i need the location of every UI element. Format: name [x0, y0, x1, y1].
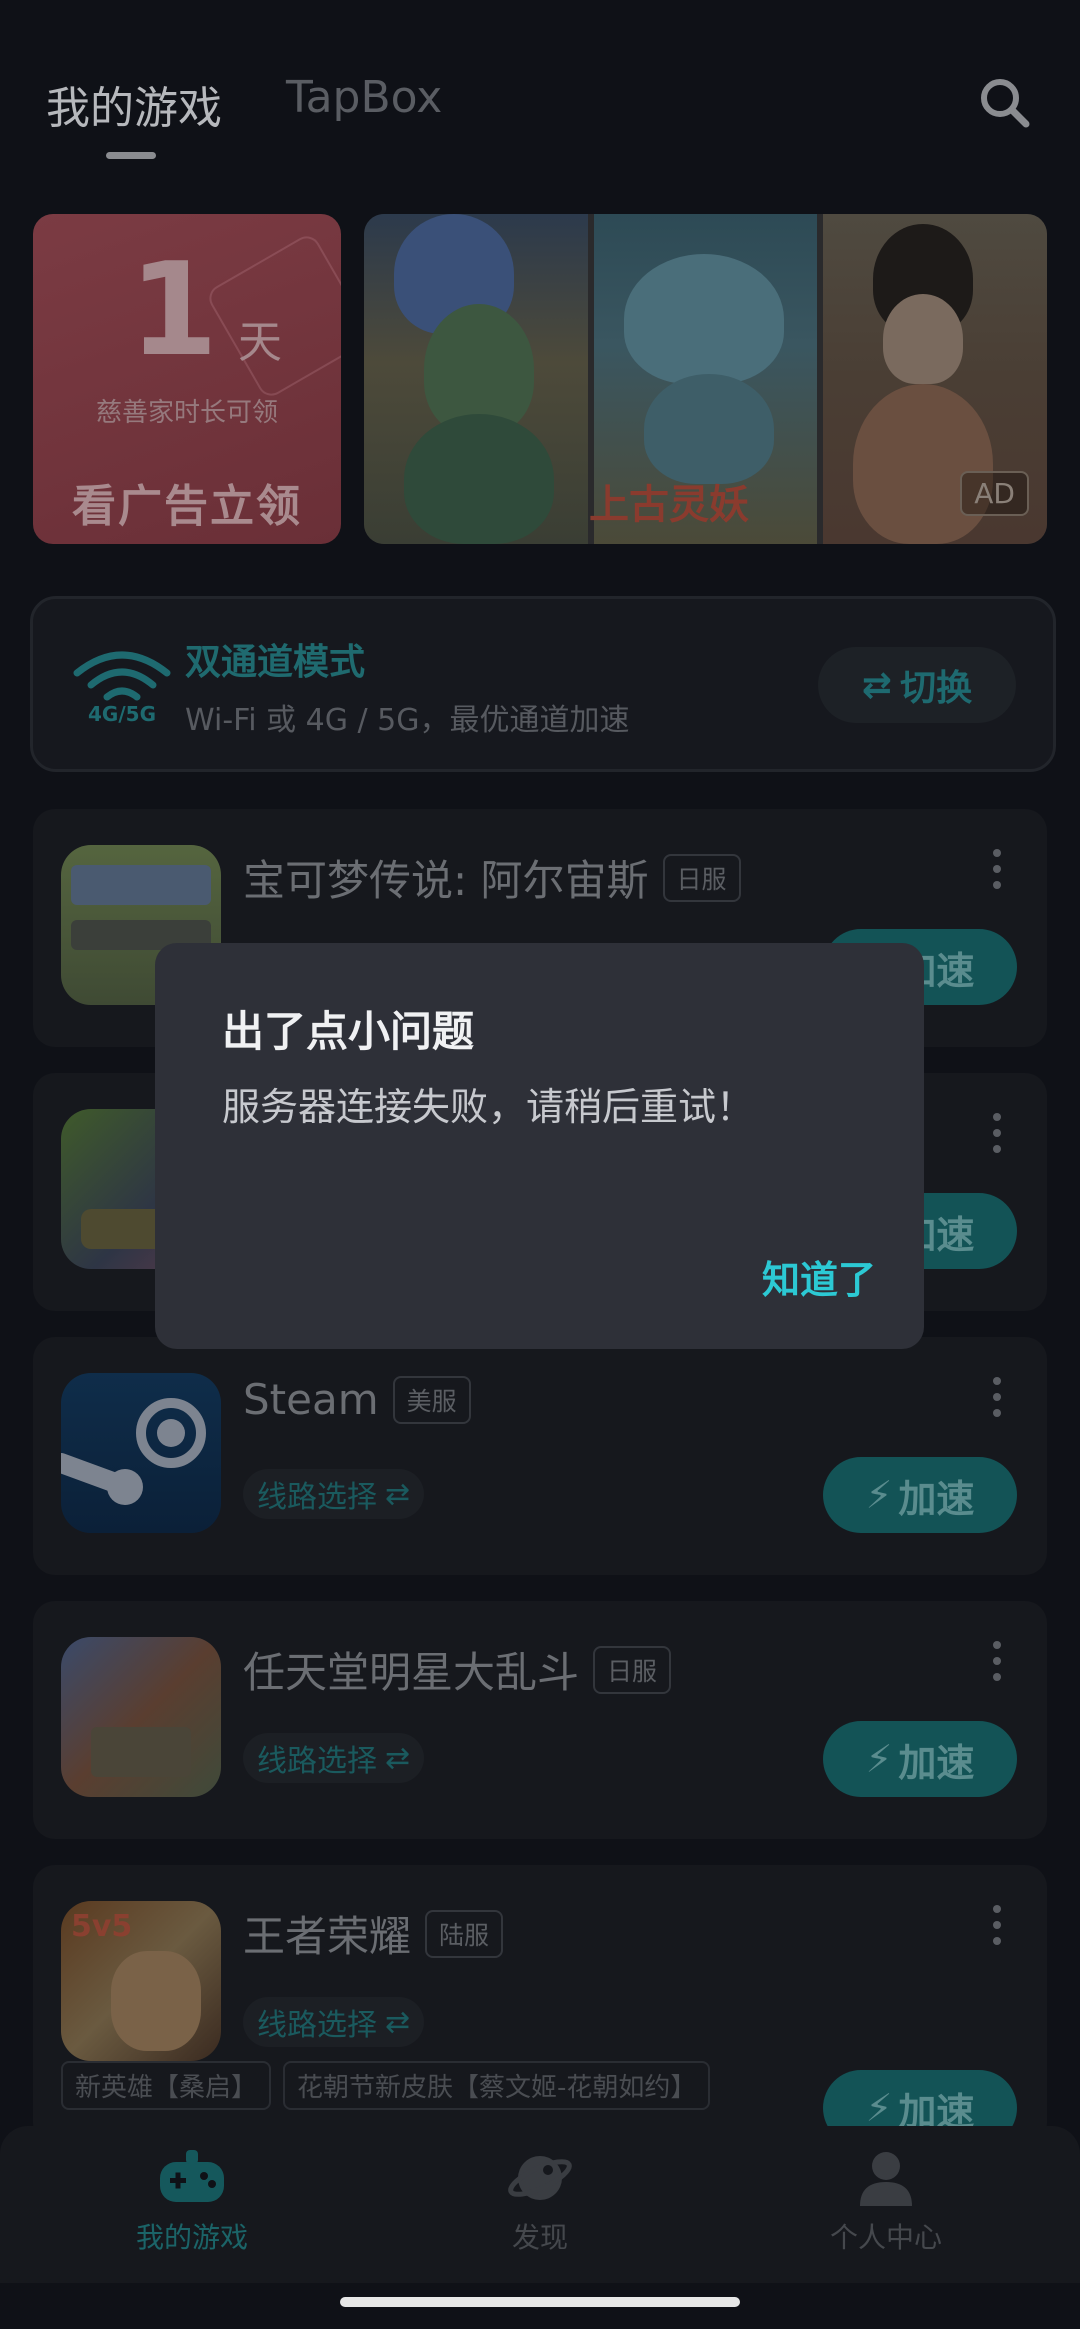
gamepad-icon	[160, 2150, 224, 2202]
swap-icon: ⇄	[385, 2004, 411, 2040]
dialog-message: 服务器连接失败，请稍后重试！	[222, 1085, 755, 1129]
more-options-icon[interactable]	[993, 1905, 1001, 1945]
dialog-title: 出了点小问题	[222, 1007, 475, 1056]
route-select-button[interactable]: 线路选择 ⇄	[243, 1733, 425, 1783]
game-icon-honor-of-kings: 5v5	[61, 1901, 221, 2061]
switch-arrows-icon: ⇄	[861, 664, 893, 706]
more-options-icon[interactable]	[993, 1641, 1001, 1681]
active-tab-indicator	[106, 152, 156, 159]
switch-channel-button[interactable]: ⇄ 切换	[818, 647, 1016, 723]
more-options-icon[interactable]	[993, 849, 1001, 889]
lightning-icon: ⚡	[865, 1737, 893, 1781]
accelerate-button[interactable]: ⚡ 加速	[823, 1721, 1017, 1797]
nav-profile[interactable]: 个人中心	[786, 2148, 986, 2256]
region-badge: 陆服	[425, 1909, 504, 1958]
nav-label: 我的游戏	[135, 2221, 248, 2254]
game-name: Steam	[243, 1375, 379, 1424]
dual-channel-card[interactable]: 4G/5G 双通道模式 Wi-Fi 或 4G / 5G，最优通道加速 ⇄ 切换	[30, 596, 1056, 772]
game-name: 宝可梦传说: 阿尔宙斯	[243, 856, 649, 905]
more-options-icon[interactable]	[993, 1377, 1001, 1417]
game-title: 任天堂明星大乱斗 日服	[243, 1639, 672, 1700]
game-name: 王者荣耀	[243, 1912, 412, 1961]
watch-ad-button[interactable]: 看广告立领	[33, 470, 341, 534]
game-title: 王者荣耀 陆服	[243, 1903, 504, 1964]
error-dialog: 出了点小问题 服务器连接失败，请稍后重试！ 知道了	[155, 943, 924, 1349]
game-title: 宝可梦传说: 阿尔宙斯 日服	[243, 847, 741, 908]
planet-icon	[508, 2156, 572, 2200]
dialog-confirm-button[interactable]: 知道了	[762, 1249, 876, 1304]
lightning-icon: ⚡	[865, 2086, 893, 2130]
dress-shape	[853, 384, 994, 544]
game-card[interactable]: 任天堂明星大乱斗 日服 线路选择 ⇄ ⚡ 加速	[33, 1601, 1047, 1839]
swap-icon: ⇄	[385, 1740, 411, 1776]
region-badge: 日服	[593, 1645, 672, 1694]
banner-game-logo: 上古灵妖	[589, 482, 749, 528]
news-tag[interactable]: 花朝节新皮肤【蔡文姬-花朝如约】	[283, 2061, 711, 2110]
news-tag[interactable]: 新英雄【桑启】	[61, 2061, 272, 2110]
reward-days-unit: 天	[238, 317, 282, 368]
region-badge: 美服	[392, 1375, 471, 1424]
dragon-shape	[623, 254, 784, 384]
route-select-label: 线路选择	[257, 2008, 377, 2043]
more-options-icon[interactable]	[993, 1113, 1001, 1153]
dragon-body-shape	[643, 374, 774, 484]
nav-label: 发现	[511, 2221, 568, 2254]
game-card[interactable]: Steam 美服 线路选择 ⇄ ⚡ 加速	[33, 1337, 1047, 1575]
dual-channel-description: Wi-Fi 或 4G / 5G，最优通道加速	[185, 703, 630, 738]
ad-label: AD	[960, 471, 1029, 516]
face-shape	[883, 294, 964, 384]
nav-label: 个人中心	[829, 2221, 942, 2254]
game-title: Steam 美服	[243, 1375, 471, 1424]
ad-reward-card[interactable]: 1 天 慈善家时长可领 看广告立领	[33, 214, 341, 544]
lightning-icon: ⚡	[865, 1473, 893, 1517]
region-badge: 日服	[662, 853, 741, 902]
accelerate-button[interactable]: ⚡ 加速	[823, 1457, 1017, 1533]
nav-my-games[interactable]: 我的游戏	[92, 2148, 292, 2256]
game-card[interactable]: 5v5 王者荣耀 陆服 线路选择 ⇄ 新英雄【桑启】 花朝节新皮肤【蔡文姬-花朝…	[33, 1865, 1047, 2146]
tab-tapbox[interactable]: TapBox	[286, 72, 442, 123]
dual-channel-title: 双通道模式	[185, 642, 366, 683]
route-select-button[interactable]: 线路选择 ⇄	[243, 1997, 425, 2047]
reward-days-number: 1	[129, 236, 219, 385]
band-label: 4G/5G	[88, 702, 156, 723]
tab-my-games[interactable]: 我的游戏	[46, 72, 222, 136]
home-indicator[interactable]	[340, 2297, 740, 2307]
robe-shape	[404, 414, 554, 544]
route-select-button[interactable]: 线路选择 ⇄	[243, 1469, 425, 1519]
search-icon[interactable]	[976, 74, 1032, 130]
accelerate-label: 加速	[898, 1740, 975, 1785]
person-icon	[860, 2152, 912, 2206]
reward-subtitle: 慈善家时长可领	[95, 398, 278, 428]
wifi-icon: 4G/5G	[73, 651, 171, 723]
news-tags: 新英雄【桑启】 花朝节新皮肤【蔡文姬-花朝如约】	[61, 2061, 711, 2110]
steam-icon	[61, 1373, 221, 1533]
route-select-label: 线路选择	[257, 1480, 377, 1515]
game-icon-smash-bros	[61, 1637, 221, 1797]
swap-icon: ⇄	[385, 1476, 411, 1512]
accelerate-label: 加速	[898, 1476, 975, 1521]
route-select-label: 线路选择	[257, 1744, 377, 1779]
bottom-nav: 我的游戏 发现 个人中心	[0, 2126, 1080, 2283]
banner-panel-opera	[364, 214, 588, 544]
ad-banner[interactable]: 上古灵妖 AD	[364, 214, 1047, 544]
switch-label: 切换	[900, 668, 973, 709]
nav-discover[interactable]: 发现	[440, 2148, 640, 2256]
game-name: 任天堂明星大乱斗	[243, 1648, 580, 1697]
